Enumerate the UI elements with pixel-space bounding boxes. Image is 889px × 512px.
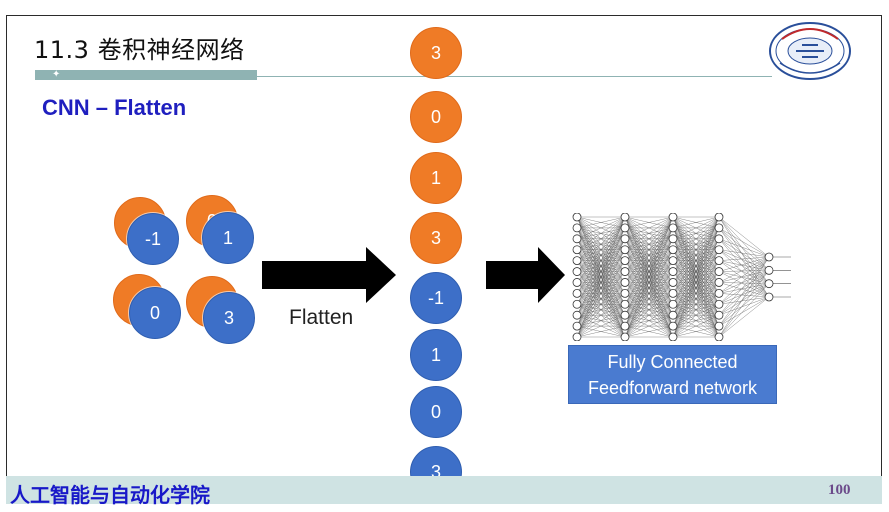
nn-neuron [714,245,724,255]
nn-neuron [572,278,582,287]
feature-map-front-circle: -1 [127,213,179,265]
nn-connection [718,216,770,258]
nn-neuron [620,267,630,276]
nn-connection [718,296,770,338]
university-logo-icon [769,22,851,80]
nn-neuron [620,223,630,233]
nn-neuron [572,299,582,309]
nn-neuron [764,279,774,289]
feature-map-front-circle: 0 [129,287,181,339]
nn-neuron [572,213,582,222]
nn-neuron [714,299,724,309]
nn-neuron [572,267,582,276]
nn-neuron [572,288,582,298]
nn-neuron [620,234,630,244]
fc-network-label-box: Fully Connected Feedforward network [568,345,777,404]
nn-neuron [764,265,774,275]
vector-element: 0 [410,386,462,438]
title-bar-marker-icon: ✦ [52,69,61,80]
nn-neuron [572,310,582,320]
nn-neuron [668,234,678,244]
nn-neuron [620,299,630,309]
neural-network-diagram [572,213,791,341]
vector-element: 3 [410,27,462,79]
nn-neuron [572,234,582,244]
nn-neuron [620,245,630,255]
nn-neuron [668,213,678,222]
nn-connection [718,282,770,284]
nn-neuron [668,310,678,320]
nn-neuron [668,256,678,266]
nn-neuron [668,288,678,298]
nn-neuron [620,321,630,331]
nn-neuron [764,292,774,302]
vector-element: 3 [410,212,462,264]
slide-title: 11.3 卷积神经网络 [34,36,245,64]
vector-element: 1 [410,329,462,381]
title-underline-bar [35,70,257,80]
nn-neuron [714,256,724,266]
nn-neuron [668,321,678,331]
nn-neuron [620,278,630,287]
nn-connection [718,270,770,316]
nn-neuron [714,278,724,287]
flatten-arrow-icon [262,247,396,303]
fc-arrow-icon [486,247,565,303]
nn-neuron [572,223,582,233]
nn-neuron [714,288,724,298]
nn-neuron [714,223,724,233]
nn-neuron [620,288,630,298]
nn-connection [718,270,770,272]
nn-neuron [572,332,582,341]
nn-neuron [714,234,724,244]
nn-connection [718,296,770,316]
nn-neuron [714,267,724,276]
nn-neuron [668,299,678,309]
vector-element: -1 [410,272,462,324]
nn-connection [718,238,770,258]
nn-neuron [668,245,678,255]
nn-neuron [668,332,678,341]
fc-network-label-line1: Fully Connected [607,352,738,372]
page-number: 100 [828,482,851,498]
fc-network-label-line2: Feedforward network [587,378,758,398]
nn-neuron [668,223,678,233]
feature-map-front-circle: 1 [202,212,254,264]
feature-map-front-circle: 3 [203,292,255,344]
nn-neuron [668,278,678,287]
nn-neuron [620,310,630,320]
nn-neuron [572,256,582,266]
slide-subtitle: CNN – Flatten [42,95,187,120]
vector-element: 0 [410,91,462,143]
nn-neuron [714,321,724,331]
footer-institute: 人工智能与自动化学院 [10,483,210,507]
nn-connection [718,256,770,316]
nn-neuron [620,213,630,222]
nn-neuron [620,332,630,341]
nn-neuron [714,310,724,320]
title-underline-line [257,76,772,77]
vector-element: 1 [410,152,462,204]
flatten-label: Flatten [289,306,354,329]
nn-neuron [620,256,630,266]
nn-neuron [714,213,724,222]
nn-neuron [764,252,774,262]
nn-neuron [572,321,582,331]
nn-neuron [572,245,582,255]
nn-connection [718,270,770,338]
nn-neuron [714,332,724,341]
nn-neuron [668,267,678,276]
